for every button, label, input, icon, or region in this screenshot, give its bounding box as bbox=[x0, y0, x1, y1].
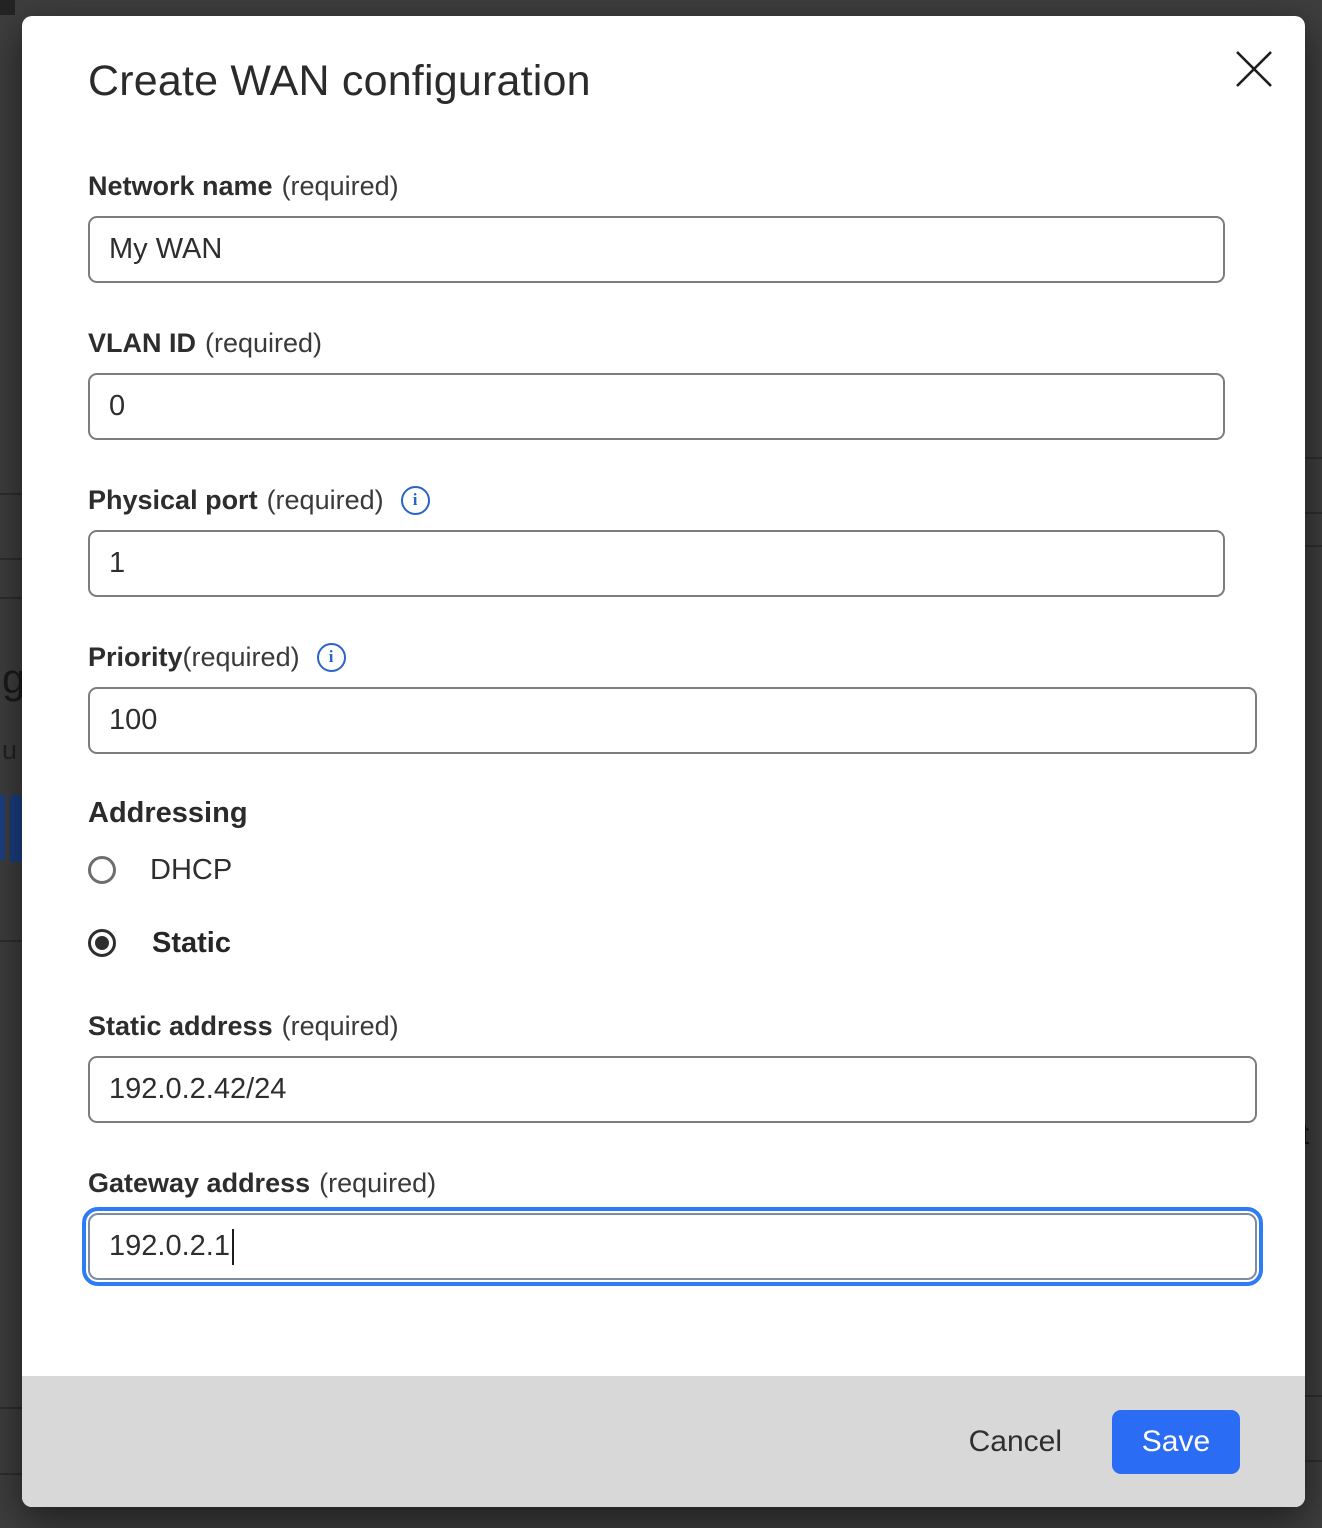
radio-selected-icon[interactable] bbox=[88, 929, 116, 957]
static-address-label: Static address (required) bbox=[88, 1010, 399, 1042]
info-icon[interactable]: i bbox=[401, 486, 430, 515]
vlan-id-label: VLAN ID (required) bbox=[88, 327, 322, 359]
addressing-heading: Addressing bbox=[88, 797, 248, 830]
background-table-line bbox=[0, 597, 22, 599]
dialog-title: Create WAN configuration bbox=[88, 56, 591, 106]
background-table-line bbox=[0, 1473, 22, 1475]
vlan-id-input[interactable]: 0 bbox=[88, 373, 1225, 440]
physical-port-label: Physical port (required) i bbox=[88, 484, 430, 516]
background-table-line bbox=[0, 940, 22, 942]
background-table-line bbox=[1303, 512, 1322, 514]
close-x-glyph bbox=[1234, 49, 1274, 89]
background-table-line bbox=[1303, 1395, 1322, 1397]
background-button-fragment bbox=[10, 795, 22, 862]
network-name-input[interactable]: My WAN bbox=[88, 216, 1225, 283]
network-name-label: Network name (required) bbox=[88, 170, 399, 202]
radio-unselected-icon[interactable] bbox=[88, 856, 116, 884]
background-table-line bbox=[1303, 545, 1322, 547]
save-button[interactable]: Save bbox=[1112, 1410, 1240, 1474]
background-table-line bbox=[1303, 457, 1322, 459]
background-dark-corner bbox=[0, 0, 15, 15]
info-icon[interactable]: i bbox=[317, 643, 346, 672]
addressing-option-static[interactable]: Static bbox=[88, 927, 231, 959]
dialog-footer: Cancel Save bbox=[22, 1376, 1305, 1507]
background-table-line bbox=[0, 1407, 22, 1409]
close-icon[interactable] bbox=[1228, 43, 1280, 95]
static-address-input[interactable]: 192.0.2.42/24 bbox=[88, 1056, 1257, 1123]
cancel-button[interactable]: Cancel bbox=[967, 1419, 1064, 1465]
create-wan-configuration-dialog: Create WAN configuration Network name (r… bbox=[22, 16, 1305, 1507]
priority-label: Priority (required) i bbox=[88, 641, 346, 673]
background-text-fragment: u bbox=[2, 735, 17, 766]
background-table-line bbox=[0, 558, 22, 560]
physical-port-input[interactable]: 1 bbox=[88, 530, 1225, 597]
priority-input[interactable]: 100 bbox=[88, 687, 1257, 754]
addressing-option-dhcp[interactable]: DHCP bbox=[88, 854, 232, 886]
background-button-fragment bbox=[0, 795, 5, 860]
background-table-line bbox=[1303, 1460, 1322, 1462]
background-table-line bbox=[0, 493, 22, 495]
text-cursor bbox=[232, 1229, 234, 1265]
gateway-address-input[interactable]: 192.0.2.1 bbox=[88, 1213, 1257, 1280]
gateway-address-label: Gateway address (required) bbox=[88, 1167, 436, 1199]
